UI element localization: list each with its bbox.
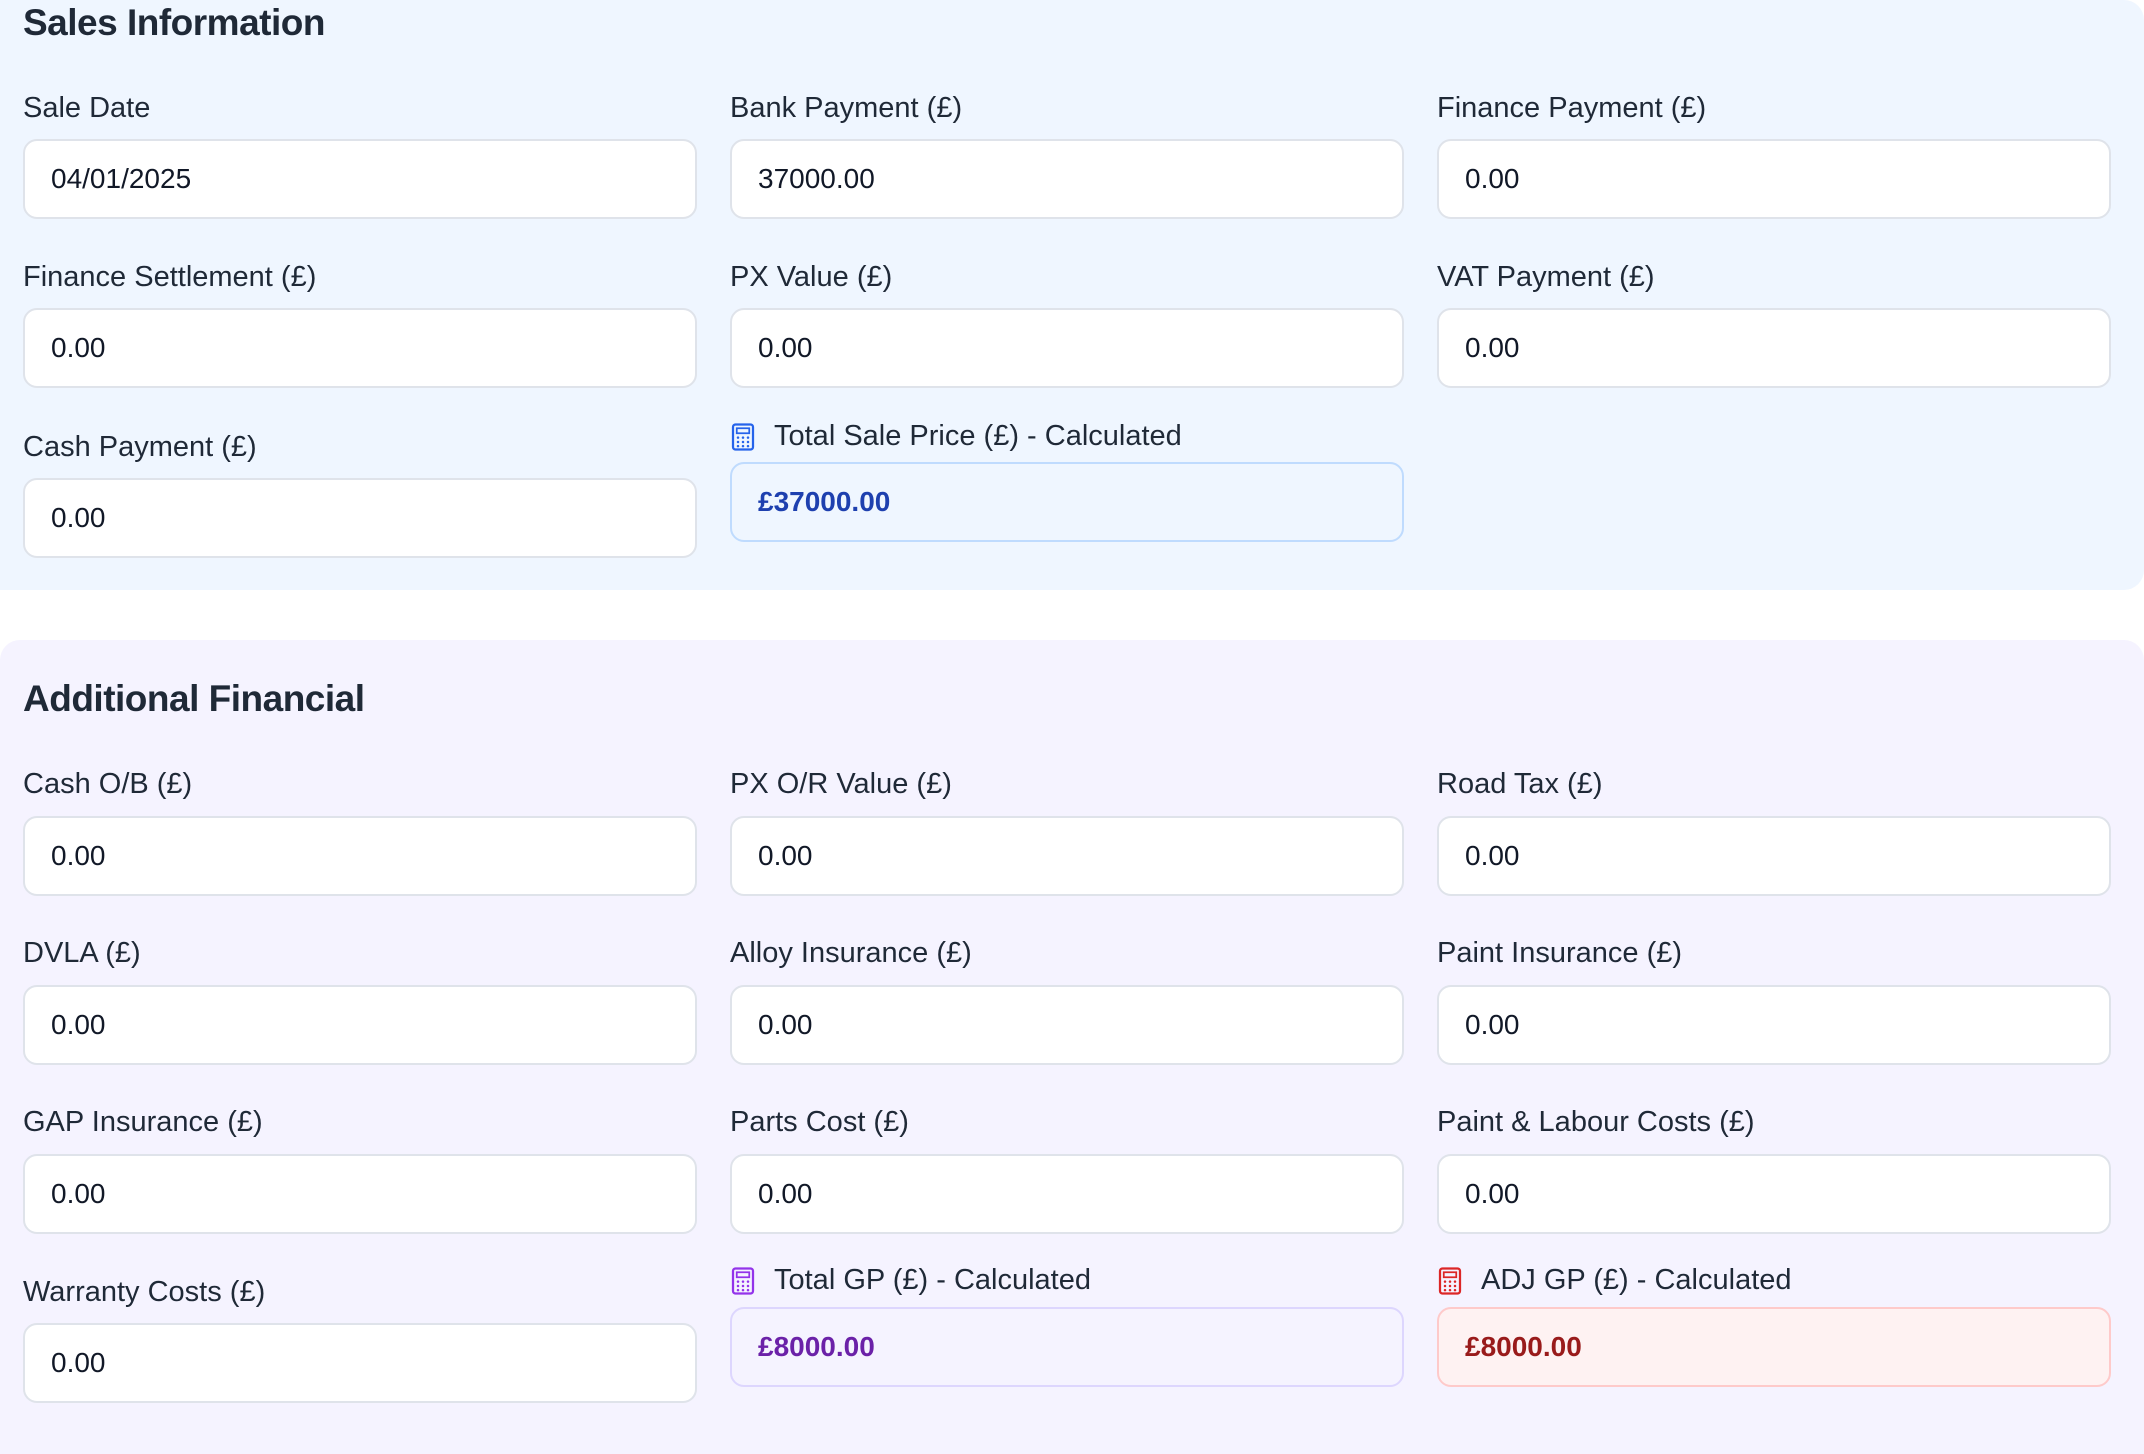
total-sale-price-value: £37000.00 [758,486,891,517]
adj-gp-value: £8000.00 [1465,1331,1582,1362]
cash-payment-label: Cash Payment (£) [23,431,257,463]
px-value-value: 0.00 [758,332,813,363]
px-value-label: PX Value (£) [730,261,893,293]
total-gp-label-row: Total GP (£) - Calculated [730,1264,1091,1297]
px-value-input[interactable]: 0.00 [730,308,1404,388]
alloy-insurance-value: 0.00 [758,1009,813,1040]
paint-insurance-value: 0.00 [1465,1009,1520,1040]
total-sale-price-output: £37000.00 [730,462,1404,542]
warranty-costs-label: Warranty Costs (£) [23,1276,266,1308]
finance-payment-label: Finance Payment (£) [1437,92,1707,124]
additional-financial-section: Additional Financial Cash O/B (£) 0.00 P… [0,640,2144,1454]
vat-payment-value: 0.00 [1465,332,1520,363]
sale-date-value: 04/01/2025 [51,163,192,194]
parts-cost-value: 0.00 [758,1178,813,1209]
px-or-value-value: 0.00 [758,840,813,871]
sale-date-label: Sale Date [23,92,151,124]
cash-payment-value: 0.00 [51,502,106,533]
dvla-label: DVLA (£) [23,937,141,969]
dvla-input[interactable]: 0.00 [23,985,697,1065]
calculator-icon [1438,1266,1462,1295]
paint-labour-costs-value: 0.00 [1465,1178,1520,1209]
bank-payment-input[interactable]: 37000.00 [730,139,1404,219]
vat-payment-label: VAT Payment (£) [1437,261,1655,293]
paint-insurance-label: Paint Insurance (£) [1437,937,1683,969]
road-tax-input[interactable]: 0.00 [1437,816,2111,896]
total-sale-price-label-row: Total Sale Price (£) - Calculated [730,420,1182,453]
warranty-costs-value: 0.00 [51,1347,106,1378]
bank-payment-label: Bank Payment (£) [730,92,963,124]
cash-ob-value: 0.00 [51,840,106,871]
adj-gp-output: £8000.00 [1437,1307,2111,1387]
sales-information-section: Sales Information Sale Date 04/01/2025 B… [0,0,2144,590]
paint-labour-costs-label: Paint & Labour Costs (£) [1437,1106,1755,1138]
cash-ob-label: Cash O/B (£) [23,768,193,800]
vat-payment-input[interactable]: 0.00 [1437,308,2111,388]
gap-insurance-value: 0.00 [51,1178,106,1209]
road-tax-label: Road Tax (£) [1437,768,1603,800]
section-title-sales: Sales Information [23,2,325,43]
paint-labour-costs-input[interactable]: 0.00 [1437,1154,2111,1234]
total-gp-output: £8000.00 [730,1307,1404,1387]
total-gp-label: Total GP (£) - Calculated [774,1264,1091,1296]
adj-gp-label-row: ADJ GP (£) - Calculated [1437,1264,1792,1297]
total-gp-value: £8000.00 [758,1331,875,1362]
parts-cost-input[interactable]: 0.00 [730,1154,1404,1234]
bank-payment-value: 37000.00 [758,163,875,194]
gap-insurance-label: GAP Insurance (£) [23,1106,263,1138]
alloy-insurance-input[interactable]: 0.00 [730,985,1404,1065]
finance-payment-input[interactable]: 0.00 [1437,139,2111,219]
px-or-value-label: PX O/R Value (£) [730,768,952,800]
px-or-value-input[interactable]: 0.00 [730,816,1404,896]
alloy-insurance-label: Alloy Insurance (£) [730,937,972,969]
finance-payment-value: 0.00 [1465,163,1520,194]
paint-insurance-input[interactable]: 0.00 [1437,985,2111,1065]
adj-gp-label: ADJ GP (£) - Calculated [1481,1264,1792,1296]
section-title-additional: Additional Financial [23,678,365,719]
cash-payment-input[interactable]: 0.00 [23,478,697,558]
cash-ob-input[interactable]: 0.00 [23,816,697,896]
road-tax-value: 0.00 [1465,840,1520,871]
finance-settlement-input[interactable]: 0.00 [23,308,697,388]
finance-settlement-label: Finance Settlement (£) [23,261,317,293]
warranty-costs-input[interactable]: 0.00 [23,1323,697,1403]
total-sale-price-label: Total Sale Price (£) - Calculated [774,420,1182,452]
dvla-value: 0.00 [51,1009,106,1040]
sale-date-input[interactable]: 04/01/2025 [23,139,697,219]
gap-insurance-input[interactable]: 0.00 [23,1154,697,1234]
parts-cost-label: Parts Cost (£) [730,1106,909,1138]
calculator-icon [731,1266,755,1295]
finance-settlement-value: 0.00 [51,332,106,363]
calculator-icon [731,422,755,451]
